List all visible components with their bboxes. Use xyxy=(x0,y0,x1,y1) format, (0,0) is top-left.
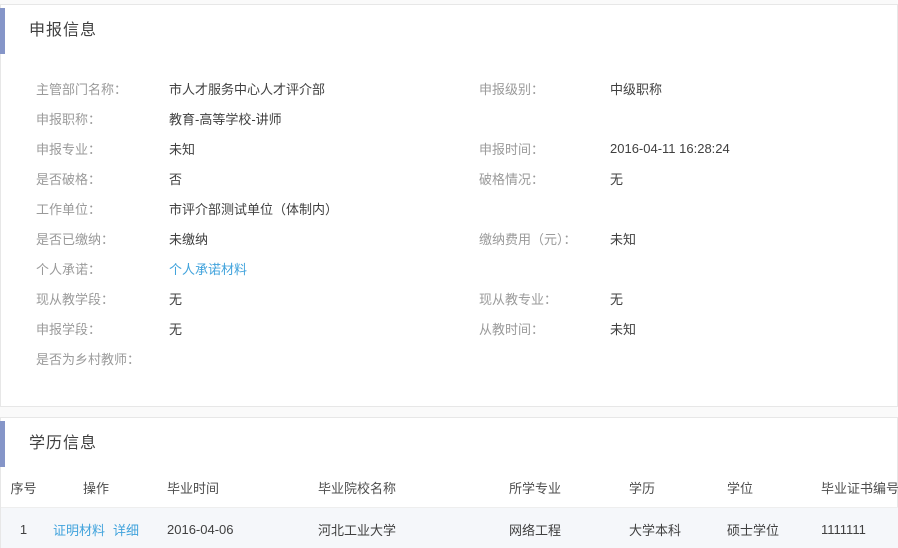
education-section-header: 学历信息 xyxy=(1,418,897,456)
field-row: 是否为乡村教师： xyxy=(1,343,897,373)
declaration-info-panel: 申报信息 主管部门名称： 市人才服务中心人才评介部 申报级别： 中级职称 申报职… xyxy=(0,4,898,407)
field-value-teaching-stage: 无 xyxy=(169,289,479,308)
field-label-teaching-stage: 现从教学段： xyxy=(36,289,169,308)
field-label-teaching-major: 现从教专业： xyxy=(479,289,610,308)
proof-material-link[interactable]: 证明材料 xyxy=(53,523,105,538)
field-label-title-applied: 申报职称： xyxy=(36,109,169,128)
column-header-major: 所学专业 xyxy=(451,469,611,507)
field-label-exception: 是否破格： xyxy=(36,169,169,188)
declaration-section-title: 申报信息 xyxy=(29,19,97,43)
field-row: 工作单位： 市评介部测试单位（体制内） xyxy=(1,193,897,223)
column-header-graduation-date: 毕业时间 xyxy=(146,469,281,507)
section-accent-bar xyxy=(0,8,5,54)
row-school-cell: 河北工业大学 xyxy=(281,507,451,548)
field-value-major: 未知 xyxy=(169,139,479,158)
row-actions-cell: 证明材料详细 xyxy=(46,507,146,548)
table-header-row: 序号 操作 毕业时间 毕业院校名称 所学专业 学历 学位 毕业证书编号 xyxy=(1,469,898,507)
field-label-commitment: 个人承诺： xyxy=(36,259,169,278)
row-degree-cell: 硕士学位 xyxy=(701,507,801,548)
section-accent-bar xyxy=(0,421,5,467)
field-value-exception-detail: 无 xyxy=(610,169,897,188)
field-row: 现从教学段： 无 现从教专业： 无 xyxy=(1,283,897,313)
field-value-apply-stage: 无 xyxy=(169,319,479,338)
field-label-level: 申报级别： xyxy=(479,79,610,98)
education-info-panel: 学历信息 序号 操作 毕业时间 毕业院校名称 所学专业 学历 学位 毕业证书编号… xyxy=(0,417,898,548)
field-label-major: 申报专业： xyxy=(36,139,169,158)
table-row: 1 证明材料详细 2016-04-06 河北工业大学 网络工程 大学本科 硕士学… xyxy=(1,507,898,548)
education-section-title: 学历信息 xyxy=(29,432,97,456)
column-header-certificate-no: 毕业证书编号 xyxy=(801,469,898,507)
field-row: 申报学段： 无 从教时间： 未知 xyxy=(1,313,897,343)
field-label-exception-detail: 破格情况： xyxy=(479,169,610,188)
field-label-apply-time: 申报时间： xyxy=(479,139,610,158)
declaration-fields: 主管部门名称： 市人才服务中心人才评介部 申报级别： 中级职称 申报职称： 教育… xyxy=(1,73,897,373)
declaration-section-header: 申报信息 xyxy=(1,5,897,43)
field-row: 主管部门名称： 市人才服务中心人才评介部 申报级别： 中级职称 xyxy=(1,73,897,103)
column-header-index: 序号 xyxy=(1,469,46,507)
field-row: 是否破格： 否 破格情况： 无 xyxy=(1,163,897,193)
field-value-work-unit: 市评介部测试单位（体制内） xyxy=(169,199,479,218)
field-row: 申报职称： 教育-高等学校-讲师 xyxy=(1,103,897,133)
row-graduation-date-cell: 2016-04-06 xyxy=(146,507,281,548)
field-label-work-unit: 工作单位： xyxy=(36,199,169,218)
field-value-teaching-major: 无 xyxy=(610,289,897,308)
detail-link[interactable]: 详细 xyxy=(113,523,139,538)
row-education-level-cell: 大学本科 xyxy=(611,507,701,548)
field-value-teaching-time: 未知 xyxy=(610,319,897,338)
field-value-department: 市人才服务中心人才评介部 xyxy=(169,79,479,98)
field-label-department: 主管部门名称： xyxy=(36,79,169,98)
column-header-actions: 操作 xyxy=(46,469,146,507)
field-label-fee: 缴纳费用（元）： xyxy=(479,229,610,248)
column-header-degree: 学位 xyxy=(701,469,801,507)
field-row: 个人承诺： 个人承诺材料 xyxy=(1,253,897,283)
field-value-level: 中级职称 xyxy=(610,79,897,98)
row-index-cell: 1 xyxy=(1,507,46,548)
field-label-teaching-time: 从教时间： xyxy=(479,319,610,338)
field-value-paid: 未缴纳 xyxy=(169,229,479,248)
column-header-school: 毕业院校名称 xyxy=(281,469,451,507)
field-value-title-applied: 教育-高等学校-讲师 xyxy=(169,109,479,128)
field-label-rural-teacher: 是否为乡村教师： xyxy=(36,349,169,368)
personal-commitment-link[interactable]: 个人承诺材料 xyxy=(169,262,247,277)
field-row: 申报专业： 未知 申报时间： 2016-04-11 16:28:24 xyxy=(1,133,897,163)
field-value-apply-time: 2016-04-11 16:28:24 xyxy=(610,141,897,156)
field-value-exception: 否 xyxy=(169,169,479,188)
row-certificate-no-cell: 1111111 xyxy=(801,507,898,548)
field-value-fee: 未知 xyxy=(610,229,897,248)
field-label-apply-stage: 申报学段： xyxy=(36,319,169,338)
education-table: 序号 操作 毕业时间 毕业院校名称 所学专业 学历 学位 毕业证书编号 1 证明… xyxy=(1,469,898,548)
row-major-cell: 网络工程 xyxy=(451,507,611,548)
field-label-paid: 是否已缴纳： xyxy=(36,229,169,248)
field-row: 是否已缴纳： 未缴纳 缴纳费用（元）： 未知 xyxy=(1,223,897,253)
column-header-education-level: 学历 xyxy=(611,469,701,507)
